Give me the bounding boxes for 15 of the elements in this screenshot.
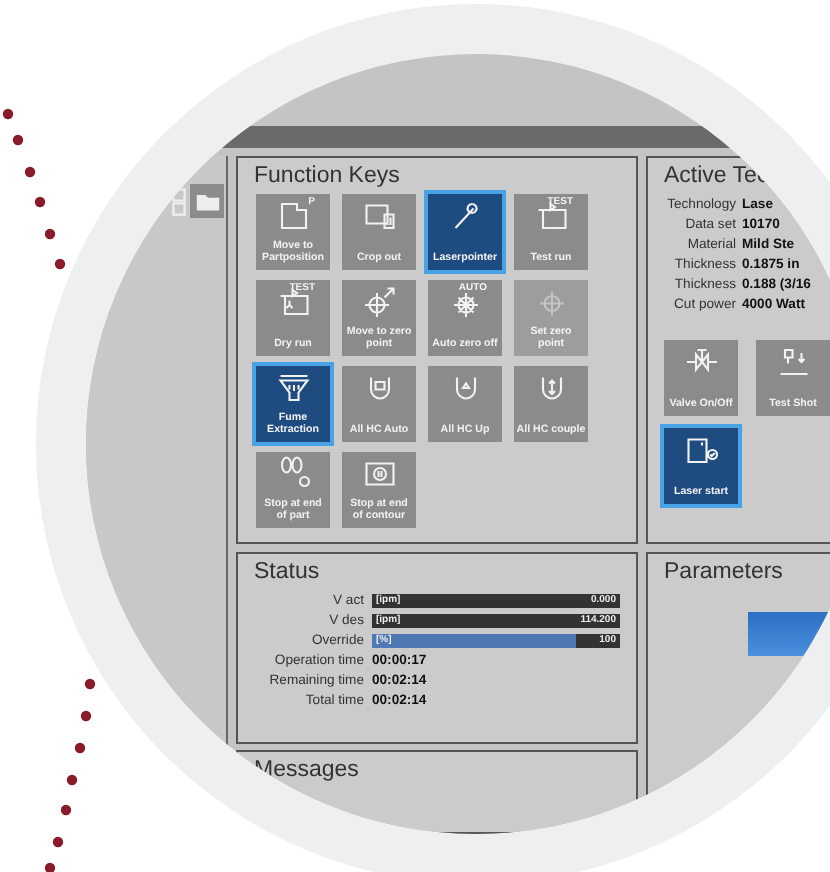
- test-run-icon: [533, 198, 569, 234]
- panel-title: Function Keys: [252, 162, 402, 188]
- panel-title: Status: [252, 558, 322, 584]
- crop-box-icon: [361, 198, 397, 234]
- nozzle-icon: [775, 344, 811, 380]
- part-outline-icon: [275, 198, 311, 234]
- footprint-icon: [275, 456, 311, 492]
- folder-icon[interactable]: [190, 184, 224, 218]
- laser-start-icon: [683, 432, 719, 468]
- crosshair-arrow-icon: [361, 284, 397, 320]
- grid-icon[interactable]: [172, 188, 186, 216]
- funnel-icon: [275, 370, 311, 406]
- pause-icon: [361, 456, 397, 492]
- panel-title: Parameters: [662, 558, 785, 584]
- dry-run-icon: [275, 284, 311, 320]
